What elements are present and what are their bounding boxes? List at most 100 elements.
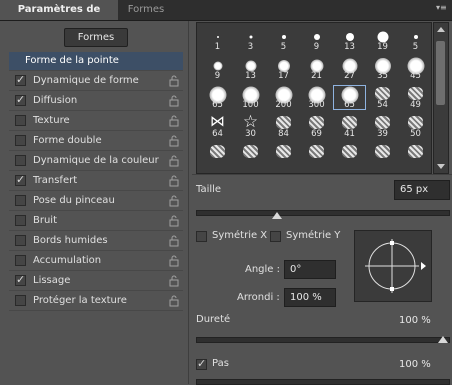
option-row[interactable]: Diffusion	[9, 92, 183, 111]
brush-size-label: 41	[344, 129, 355, 139]
brush-tip[interactable]: 35	[366, 56, 399, 81]
option-row[interactable]: Dynamique de forme	[9, 72, 183, 91]
option-checkbox[interactable]	[15, 273, 26, 286]
brush-tip[interactable]: 65	[333, 85, 366, 110]
hardness-field[interactable]: 100 %	[394, 312, 450, 331]
brush-tip[interactable]: 50	[399, 114, 432, 139]
brush-tip[interactable]: 69	[300, 114, 333, 139]
brush-tip[interactable]: 5	[399, 27, 432, 52]
brush-tip[interactable]: 13	[234, 56, 267, 81]
option-label: Accumulation	[33, 255, 102, 266]
lock-icon[interactable]	[169, 175, 179, 187]
tab-brushes[interactable]: Formes	[118, 0, 174, 20]
brush-tip[interactable]: ⋈ 64	[201, 112, 234, 139]
brush-tip[interactable]: 17	[267, 56, 300, 81]
scroll-down-icon[interactable]	[437, 164, 445, 169]
angle-field[interactable]: 0°	[284, 260, 336, 279]
lock-icon[interactable]	[169, 275, 179, 287]
brush-tip[interactable]: 5	[267, 27, 300, 52]
lock-icon[interactable]	[169, 235, 179, 247]
brush-tip[interactable]: 1	[201, 27, 234, 52]
brush-tip[interactable]: 9	[300, 27, 333, 52]
brush-tip[interactable]: 27	[333, 56, 366, 81]
brush-tip[interactable]: 100	[234, 85, 267, 110]
lock-icon[interactable]	[169, 95, 179, 107]
option-row[interactable]: Pose du pinceau	[9, 192, 183, 211]
brush-tip[interactable]: 65	[201, 85, 234, 110]
brush-tip[interactable]	[267, 143, 300, 168]
option-checkbox[interactable]	[15, 295, 26, 306]
brush-tip[interactable]	[399, 143, 432, 168]
brush-tip[interactable]	[333, 143, 366, 168]
lock-icon[interactable]	[169, 75, 179, 87]
brush-tip[interactable]: 49	[399, 85, 432, 110]
lock-icon[interactable]	[169, 255, 179, 267]
size-slider[interactable]	[196, 210, 450, 216]
option-row[interactable]: Bruit	[9, 212, 183, 231]
option-row[interactable]: Forme de la pointe	[9, 52, 183, 71]
brush-tip[interactable]: 9	[201, 56, 234, 81]
option-row[interactable]: Accumulation	[9, 252, 183, 271]
option-checkbox[interactable]	[15, 215, 26, 226]
brush-tip[interactable]	[366, 143, 399, 168]
option-row[interactable]: Transfert	[9, 172, 183, 191]
brush-tip[interactable]: 200	[267, 85, 300, 110]
option-checkbox[interactable]	[15, 195, 26, 206]
flip-x-checkbox[interactable]	[196, 231, 207, 242]
lock-icon[interactable]	[169, 155, 179, 167]
brush-tip[interactable]: 45	[399, 56, 432, 81]
brush-tip[interactable]	[201, 143, 234, 168]
roundness-field[interactable]: 100 %	[284, 288, 336, 307]
hardness-slider-thumb[interactable]	[438, 336, 448, 343]
size-field[interactable]: 65 px	[394, 180, 450, 200]
scroll-up-icon[interactable]	[437, 27, 445, 32]
option-row[interactable]: Lissage	[9, 272, 183, 291]
option-row[interactable]: Bords humides	[9, 232, 183, 251]
spacing-slider[interactable]	[196, 379, 450, 385]
option-row[interactable]: Forme double	[9, 132, 183, 151]
lock-icon[interactable]	[169, 115, 179, 127]
brush-tip[interactable]: 300	[300, 85, 333, 110]
brush-tip[interactable]: 41	[333, 114, 366, 139]
angle-roundness-widget[interactable]	[354, 230, 432, 302]
lock-icon[interactable]	[169, 215, 179, 227]
option-checkbox[interactable]	[15, 73, 26, 86]
brush-tip[interactable]: 3	[234, 27, 267, 52]
tab-brush-settings[interactable]: Paramètres de forme	[0, 0, 118, 35]
option-checkbox[interactable]	[15, 115, 26, 126]
option-checkbox[interactable]	[15, 235, 26, 246]
spacing-checkbox[interactable]	[196, 357, 207, 370]
flip-y-checkbox[interactable]	[270, 231, 281, 242]
option-checkbox[interactable]	[15, 155, 26, 166]
brush-tip[interactable]: 84	[267, 114, 300, 139]
brush-size-label: 5	[280, 42, 287, 52]
brush-tip[interactable]: 19	[366, 27, 399, 52]
brush-tip[interactable]	[300, 143, 333, 168]
option-checkbox[interactable]	[15, 173, 26, 186]
lock-icon[interactable]	[169, 135, 179, 147]
brush-grid-scrollbar[interactable]	[433, 22, 449, 174]
texture-brush-icon	[375, 145, 390, 158]
option-row[interactable]: Dynamique de la couleur	[9, 152, 183, 171]
spacing-field[interactable]: 100 %	[394, 356, 450, 375]
lock-icon[interactable]	[169, 295, 179, 307]
option-checkbox[interactable]	[15, 135, 26, 146]
brush-tip[interactable]: 39	[366, 114, 399, 139]
lock-icon[interactable]	[169, 195, 179, 207]
brush-tip[interactable]: ☆ 30	[234, 112, 267, 139]
brush-tip[interactable]	[234, 143, 267, 168]
brush-tip[interactable]: 54	[366, 85, 399, 110]
option-label: Forme double	[33, 135, 102, 146]
option-row[interactable]: Texture	[9, 112, 183, 131]
option-checkbox[interactable]	[15, 93, 26, 106]
hardness-slider[interactable]	[196, 337, 450, 343]
option-checkbox[interactable]	[15, 255, 26, 266]
brush-tip[interactable]: 13	[333, 27, 366, 52]
brush-tip[interactable]: 21	[300, 56, 333, 81]
scroll-thumb[interactable]	[436, 41, 445, 105]
round-brush-icon	[216, 36, 219, 38]
panel-menu-icon[interactable]: ▾≡	[436, 3, 447, 13]
size-slider-thumb[interactable]	[272, 212, 282, 219]
option-row[interactable]: Protéger la texture	[9, 292, 183, 311]
brush-presets-button[interactable]: Formes	[64, 28, 128, 47]
